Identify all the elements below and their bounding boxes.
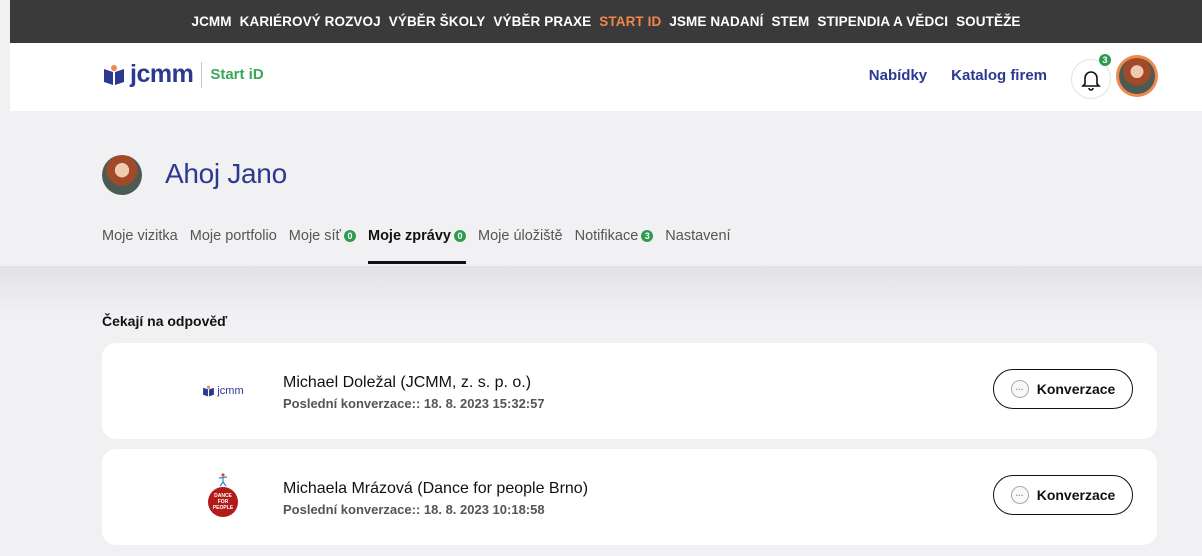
conversation-card: DANCE FOR PEOPLE Michaela Mrázová (Dance… — [102, 449, 1157, 545]
logo-wordmark: jcmm — [130, 60, 194, 88]
header-links: Nabídky Katalog firem — [869, 67, 1047, 84]
topnav-stipendia-a-vedci[interactable]: STIPENDIA A VĚDCI — [817, 14, 948, 29]
chat-bubble-icon: ··· — [1010, 486, 1029, 504]
tab-moje-uloziste[interactable]: Moje úložiště — [478, 228, 563, 264]
dancer-figure-icon — [218, 473, 228, 487]
profile-header: Ahoj Jano Moje vizitka Moje portfolio Mo… — [10, 111, 1202, 266]
tab-nastaveni[interactable]: Nastavení — [665, 228, 730, 264]
topnav-stem[interactable]: STEM — [771, 14, 809, 29]
conversation-button[interactable]: ··· Konverzace — [993, 369, 1133, 409]
company-logo-jcmm: jcmm — [194, 343, 252, 439]
conversation-card: jcmm Michael Doležal (JCMM, z. s. p. o.)… — [102, 343, 1157, 439]
topnav-souteze[interactable]: SOUTĚŽE — [956, 14, 1020, 29]
jcmm-book-icon — [104, 64, 124, 85]
contact-name: Michael Doležal (JCMM, z. s. p. o.) — [283, 374, 532, 391]
top-navigation: JCMM KARIÉROVÝ ROZVOJ VÝBĚR ŠKOLY VÝBĚR … — [10, 0, 1202, 43]
tab-notifikace[interactable]: Notifikace 3 — [575, 228, 654, 264]
tab-moje-vizitka[interactable]: Moje vizitka — [102, 228, 178, 264]
profile-tabs: Moje vizitka Moje portfolio Moje síť 0 Mo… — [102, 228, 731, 264]
topnav-jsme-nadani[interactable]: JSME NADANÍ — [669, 14, 763, 29]
tab-moje-portfolio[interactable]: Moje portfolio — [190, 228, 277, 264]
topnav-vyber-skoly[interactable]: VÝBĚR ŠKOLY — [389, 14, 486, 29]
tab-label: Nastavení — [665, 228, 731, 244]
dance-for-people-logo: DANCE FOR PEOPLE — [208, 473, 238, 517]
notifications-count-badge: 3 — [1099, 54, 1111, 66]
company-logo-dance-for-people: DANCE FOR PEOPLE — [194, 449, 252, 545]
jcmm-start-id-logo[interactable]: jcmm Start iD — [102, 60, 264, 89]
conversation-button-label: Konverzace — [1036, 487, 1116, 503]
tab-moje-sit[interactable]: Moje síť 0 — [289, 228, 356, 264]
chat-bubble-icon: ··· — [1010, 380, 1029, 398]
tab-badge: 0 — [453, 230, 466, 242]
tab-label: Moje síť — [288, 228, 341, 244]
last-conversation: Poslední konverzace:: 18. 8. 2023 15:32:… — [283, 396, 545, 411]
company-logo-text: jcmm — [217, 385, 244, 397]
link-nabidky[interactable]: Nabídky — [869, 67, 927, 84]
messages-content: Čekají na odpověď jcmm Michael Doležal (… — [0, 266, 1202, 556]
tab-label: Moje úložiště — [477, 228, 563, 244]
conversation-button[interactable]: ··· Konverzace — [993, 475, 1133, 515]
topnav-karierovy-rozvoj[interactable]: KARIÉROVÝ ROZVOJ — [240, 14, 381, 29]
tab-moje-zpravy[interactable]: Moje zprávy 0 — [367, 228, 466, 264]
user-avatar[interactable] — [1116, 55, 1158, 97]
tab-label: Notifikace — [574, 228, 639, 244]
conversation-button-label: Konverzace — [1036, 381, 1116, 397]
dance-for-people-text: DANCE FOR PEOPLE — [212, 493, 234, 511]
site-header: jcmm Start iD Nabídky Katalog firem — [10, 43, 1202, 111]
topnav-vyber-praxe[interactable]: VÝBĚR PRAXE — [493, 14, 591, 29]
contact-name: Michaela Mrázová (Dance for people Brno) — [283, 480, 589, 497]
tab-label: Moje vizitka — [102, 228, 178, 244]
tab-label: Moje zprávy — [367, 228, 451, 244]
tab-label: Moje portfolio — [189, 228, 277, 244]
logo-separator — [201, 61, 203, 88]
section-title: Čekají na odpověď — [102, 313, 228, 329]
topnav-start-id[interactable]: START ID — [599, 14, 661, 29]
logo-start-id: Start iD — [210, 66, 264, 83]
last-conversation: Poslední konverzace:: 18. 8. 2023 10:18:… — [283, 502, 545, 517]
topnav-jcmm[interactable]: JCMM — [191, 14, 231, 29]
link-katalog-firem[interactable]: Katalog firem — [951, 67, 1047, 84]
tab-badge: 3 — [641, 230, 654, 242]
greeting-title: Ahoj Jano — [165, 158, 287, 189]
profile-avatar — [102, 155, 142, 195]
tab-badge: 0 — [343, 230, 356, 242]
jcmm-book-icon — [203, 385, 215, 397]
